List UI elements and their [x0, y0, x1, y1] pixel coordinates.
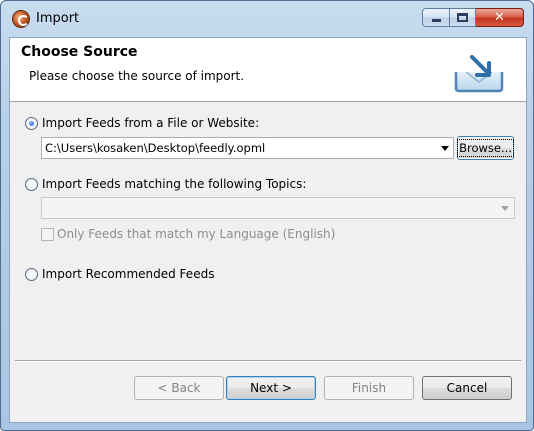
- cancel-button[interactable]: Cancel: [422, 376, 512, 400]
- radio-button[interactable]: [25, 177, 38, 191]
- radio-import-by-topics[interactable]: Import Feeds matching the following Topi…: [25, 176, 306, 192]
- button-bar-separator: [15, 360, 521, 362]
- close-button[interactable]: ✕: [476, 8, 524, 27]
- chevron-down-icon: [441, 145, 449, 151]
- title-bar[interactable]: Import ✕: [1, 1, 533, 37]
- radio-button[interactable]: [25, 267, 38, 281]
- radio-label-file-or-website: Import Feeds from a File or Website:: [42, 116, 260, 130]
- topics-combobox: [41, 197, 515, 219]
- file-path-combobox[interactable]: C:\Users\kosaken\Desktop\feedly.opml: [41, 137, 454, 159]
- radio-button[interactable]: [25, 116, 38, 130]
- radio-label-recommended: Import Recommended Feeds: [42, 267, 215, 281]
- banner-description: Please choose the source of import.: [29, 69, 245, 83]
- wizard-banner: Choose Source Please choose the source o…: [10, 38, 526, 102]
- browse-button[interactable]: Browse...: [457, 136, 514, 160]
- maximize-button[interactable]: [450, 8, 476, 27]
- back-button: < Back: [134, 376, 224, 400]
- minimize-button[interactable]: [422, 8, 450, 27]
- import-dialog: Import ✕ Choose Source Please choose the…: [0, 0, 534, 431]
- dialog-client-area: Choose Source Please choose the source o…: [9, 37, 527, 423]
- close-icon: ✕: [494, 10, 505, 25]
- language-filter-label: Only Feeds that match my Language (Engli…: [57, 227, 336, 241]
- banner-title: Choose Source: [21, 44, 138, 60]
- language-filter-checkbox: [41, 227, 54, 241]
- radio-import-file-or-website[interactable]: Import Feeds from a File or Website:: [25, 115, 259, 131]
- finish-button: Finish: [324, 376, 414, 400]
- language-filter-checkbox-row: Only Feeds that match my Language (Engli…: [41, 226, 335, 242]
- eclipse-icon: [12, 10, 30, 28]
- browse-button-label: Browse...: [457, 139, 514, 157]
- import-tray-icon: [454, 55, 504, 93]
- chevron-down-icon: [501, 205, 509, 211]
- radio-label-topics: Import Feeds matching the following Topi…: [42, 177, 307, 191]
- window-title: Import: [36, 11, 80, 26]
- next-button[interactable]: Next >: [226, 376, 316, 400]
- combobox-dropdown-button[interactable]: [437, 145, 453, 151]
- maximize-icon: [457, 13, 468, 22]
- radio-import-recommended[interactable]: Import Recommended Feeds: [25, 266, 214, 282]
- file-path-value[interactable]: C:\Users\kosaken\Desktop\feedly.opml: [42, 141, 437, 155]
- minimize-icon: [431, 19, 441, 22]
